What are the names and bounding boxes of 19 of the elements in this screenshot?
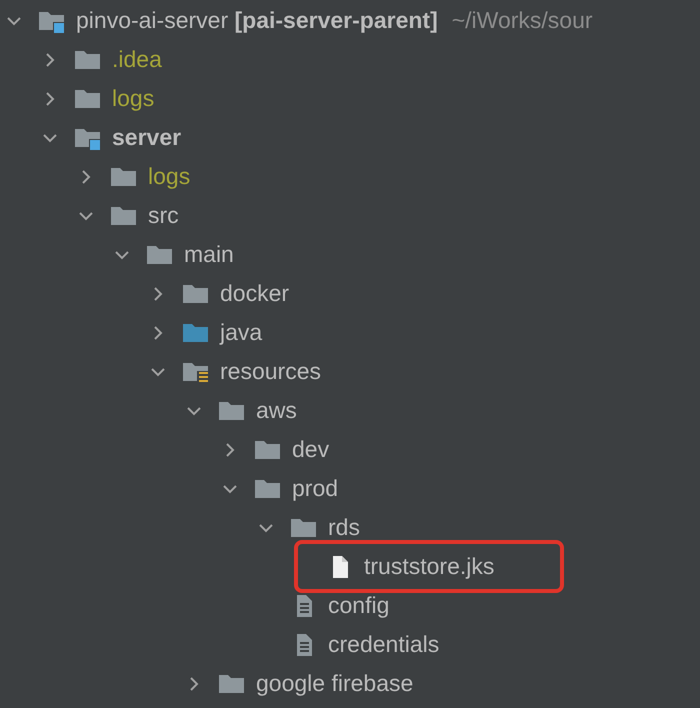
tree-item-label[interactable]: logs	[148, 162, 190, 190]
project-name: pinvo-ai-server [pai-server-parent]	[76, 6, 438, 34]
tree-item-label[interactable]: rds	[328, 514, 360, 542]
tree-item-label[interactable]: docker	[220, 280, 290, 308]
tree-item-label[interactable]: src	[148, 202, 179, 230]
tree-item-label[interactable]: resources	[220, 358, 321, 386]
tree-item-label[interactable]: aws	[256, 396, 297, 424]
tree-item-label[interactable]: .idea	[112, 46, 162, 74]
tree-item-label[interactable]: truststore.jks	[364, 552, 494, 580]
tree-item-label[interactable]: main	[184, 240, 234, 268]
tree-item-label[interactable]: google firebase	[256, 670, 414, 698]
tree-item-label[interactable]: prod	[292, 474, 338, 502]
tree-item-label[interactable]: dev	[292, 436, 330, 464]
tree-item-label[interactable]: logs	[112, 84, 154, 112]
tree-item-label[interactable]: config	[328, 592, 390, 620]
tree-item-label[interactable]: java	[220, 318, 262, 346]
tree-item-label[interactable]: credentials	[328, 630, 440, 658]
project-path: ~/iWorks/sour	[452, 6, 593, 34]
tree-item-label[interactable]: server	[112, 124, 182, 152]
